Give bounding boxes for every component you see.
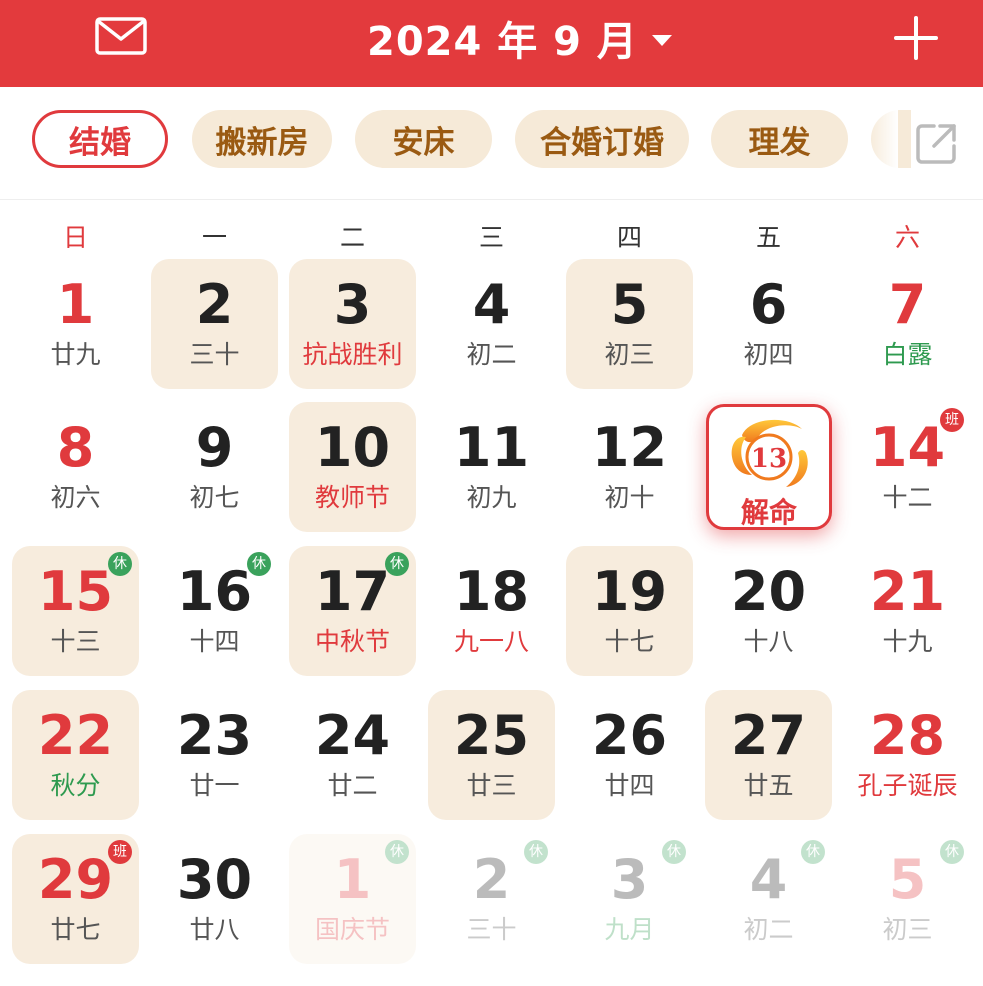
holiday-badge: 休 [801, 840, 825, 864]
day-cell[interactable]: 18 九一八 [428, 546, 555, 676]
day-cell[interactable]: 16 十四休 [151, 546, 278, 676]
day-cell[interactable]: 14 十二班 [844, 402, 971, 532]
holiday-badge: 休 [940, 840, 964, 864]
day-cell-next-month[interactable]: 4 初二休 [705, 834, 832, 964]
day-cell[interactable]: 12 初十 [566, 402, 693, 532]
fortune-logo-icon: 13 [731, 419, 808, 487]
day-cell[interactable]: 15 十三休 [12, 546, 139, 676]
day-cell[interactable]: 6 初四 [705, 259, 832, 389]
tag-move-house[interactable]: 搬新房 [192, 110, 332, 168]
today-label: 解命 [740, 496, 797, 529]
holiday-badge: 休 [108, 552, 132, 576]
holiday-badge: 休 [662, 840, 686, 864]
day-cell[interactable]: 30 廿八 [151, 834, 278, 964]
holiday-badge: 休 [385, 840, 409, 864]
plus-icon[interactable] [893, 15, 939, 61]
day-cell[interactable]: 4 初二 [428, 259, 555, 389]
today-cell[interactable]: 13 解命 [706, 404, 832, 530]
day-cell[interactable]: 3 抗战胜利 [289, 259, 416, 389]
day-cell[interactable]: 7 白露 [844, 259, 971, 389]
holiday-badge: 休 [524, 840, 548, 864]
month-selector[interactable]: 2024 年 9 月 [367, 10, 672, 66]
day-cell-next-month[interactable]: 3 九月休 [566, 834, 693, 964]
day-cell[interactable]: 17 中秋节休 [289, 546, 416, 676]
holiday-badge: 休 [385, 552, 409, 576]
weekday-thu: 四 [616, 223, 642, 252]
activity-tag-bar: 结婚 搬新房 安床 合婚订婚 理发 [0, 87, 983, 200]
day-cell[interactable]: 26 廿四 [566, 690, 693, 820]
day-cell[interactable]: 21 十九 [844, 546, 971, 676]
day-cell[interactable]: 19 十七 [566, 546, 693, 676]
day-cell-next-month[interactable]: 2 三十休 [428, 834, 555, 964]
svg-text:13: 13 [751, 444, 787, 474]
weekday-sun: 日 [62, 223, 88, 252]
tag-marriage[interactable]: 结婚 [32, 110, 168, 168]
day-cell[interactable]: 20 十八 [705, 546, 832, 676]
day-cell[interactable]: 10 教师节 [289, 402, 416, 532]
day-cell[interactable]: 28 孔子诞辰 [844, 690, 971, 820]
day-cell[interactable]: 29 廿七班 [12, 834, 139, 964]
day-cell[interactable]: 24 廿二 [289, 690, 416, 820]
weekday-sat: 六 [894, 223, 920, 252]
tag-bar-fade [868, 87, 898, 199]
workday-badge: 班 [940, 408, 964, 432]
workday-badge: 班 [108, 840, 132, 864]
month-title: 2024 年 9 月 [367, 19, 638, 65]
day-cell-next-month[interactable]: 5 初三休 [844, 834, 971, 964]
tag-haircut[interactable]: 理发 [711, 110, 848, 168]
holiday-badge: 休 [247, 552, 271, 576]
tag-engagement[interactable]: 合婚订婚 [515, 110, 689, 168]
day-cell[interactable]: 9 初七 [151, 402, 278, 532]
weekday-tue: 二 [339, 223, 365, 252]
weekday-wed: 三 [478, 223, 504, 252]
day-cell[interactable]: 5 初三 [566, 259, 693, 389]
day-cell[interactable]: 11 初九 [428, 402, 555, 532]
mail-icon[interactable] [95, 17, 147, 55]
day-cell[interactable]: 22 秋分 [12, 690, 139, 820]
day-cell[interactable]: 8 初六 [12, 402, 139, 532]
external-link-icon[interactable] [912, 120, 960, 168]
day-cell-next-month[interactable]: 1 国庆节休 [289, 834, 416, 964]
tag-bed-setup[interactable]: 安床 [355, 110, 492, 168]
day-cell[interactable]: 25 廿三 [428, 690, 555, 820]
day-cell[interactable]: 1 廿九 [12, 259, 139, 389]
day-cell[interactable]: 27 廿五 [705, 690, 832, 820]
day-cell[interactable]: 23 廿一 [151, 690, 278, 820]
caret-down-icon [651, 34, 672, 46]
weekday-fri: 五 [755, 223, 781, 252]
day-cell[interactable]: 2 三十 [151, 259, 278, 389]
app-header: 2024 年 9 月 [0, 0, 983, 87]
weekday-mon: 一 [201, 223, 227, 252]
